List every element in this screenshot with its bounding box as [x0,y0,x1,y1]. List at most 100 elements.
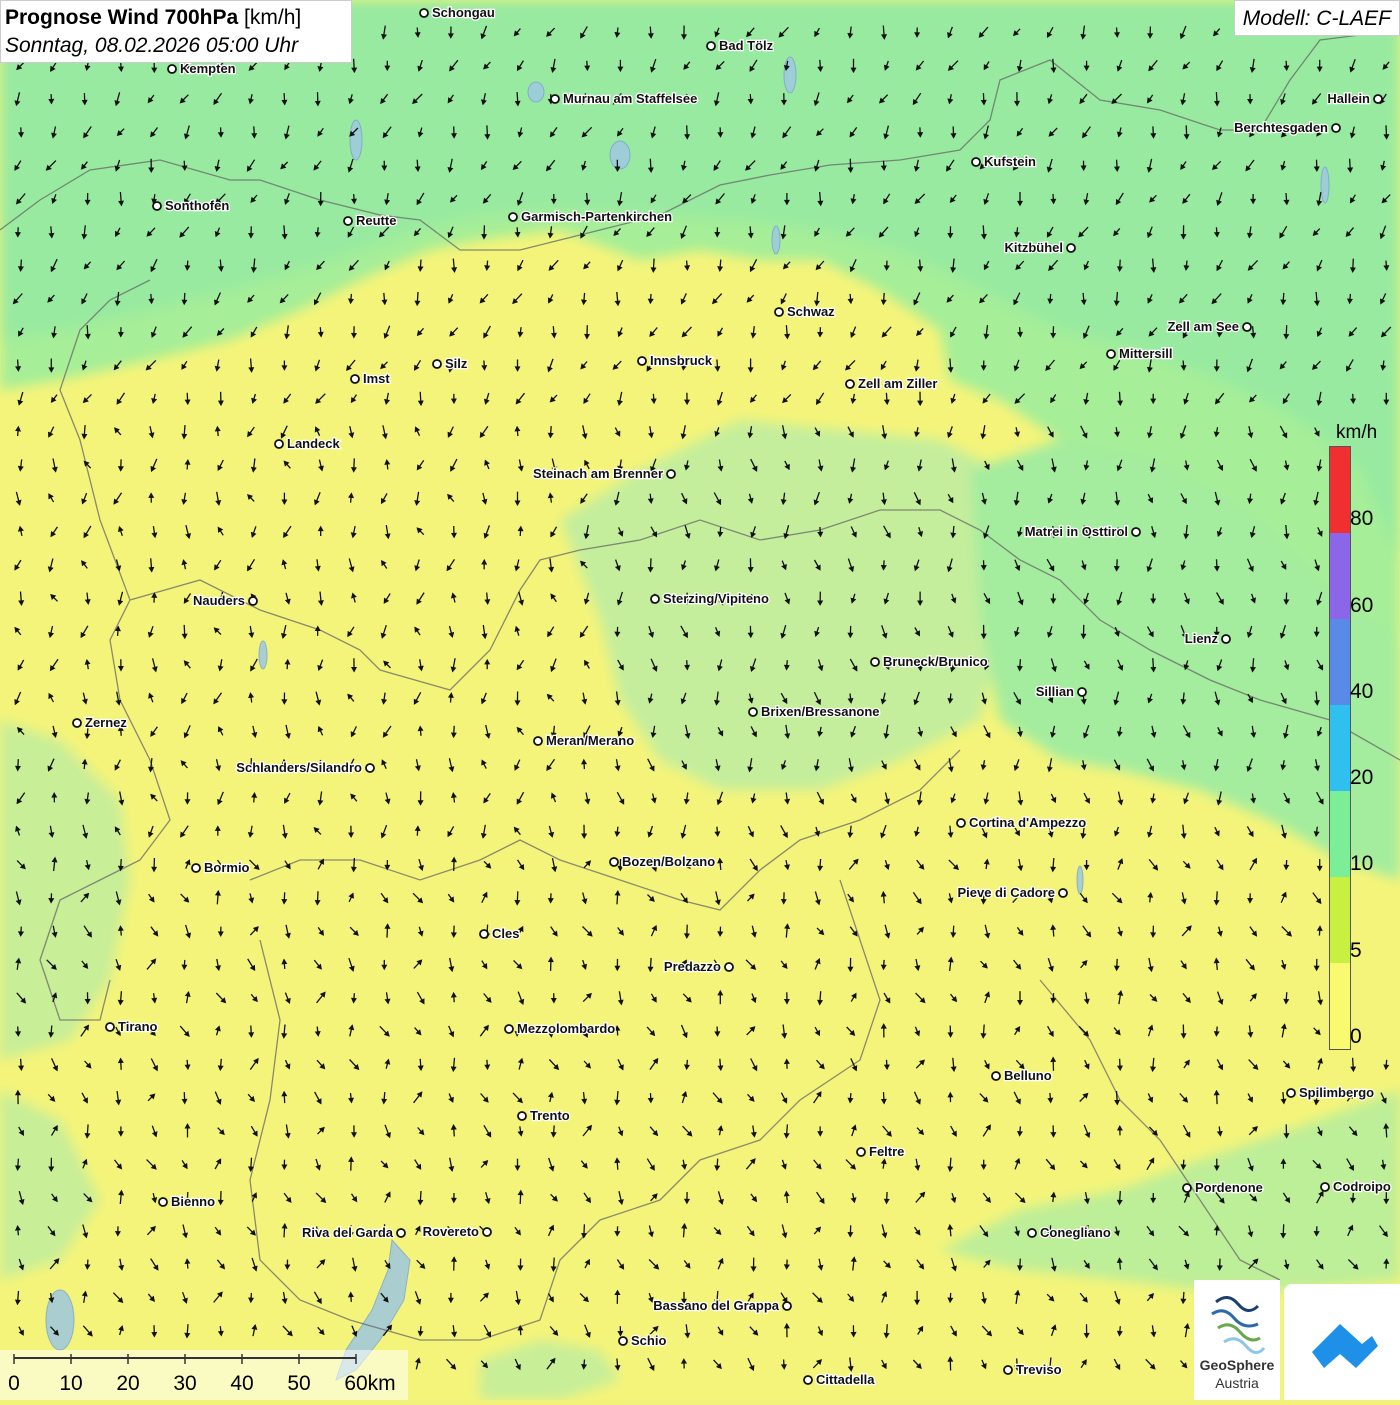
city-name: Treviso [1016,1362,1062,1377]
city-name: Belluno [1004,1068,1052,1083]
city-marker: Zell am See [1167,319,1251,334]
city-dot [1374,95,1382,103]
city-dot [1243,323,1251,331]
city-dot [804,1376,812,1384]
city-marker: Garmisch-Partenkirchen [509,209,672,224]
scale-label: 30 [173,1372,196,1396]
scale-label: 10 [59,1372,82,1396]
city-dot [725,963,733,971]
scale-label: 60km [344,1372,395,1396]
city-name: Sterzing/Vipiteno [663,591,769,606]
city-dot [168,65,176,73]
city-name: Schwaz [787,304,835,319]
city-name: Bormio [204,860,250,875]
city-marker: Steinach am Brenner [533,466,675,481]
city-dot [1332,124,1340,132]
city-dot [518,1112,526,1120]
city-name: Brixen/Bressanone [761,704,880,719]
legend-label: 80 [1350,507,1373,531]
city-dot [857,1148,865,1156]
legend-label: 40 [1350,680,1373,704]
city-dot [1287,1089,1295,1097]
city-marker: Mezzolombardo [505,1021,615,1036]
city-dot [509,213,517,221]
color-legend: km/h 806040201050 [1328,420,1390,1060]
city-dot [483,1228,491,1236]
city-name: Rovereto [423,1224,479,1239]
city-name: Steinach am Brenner [533,466,663,481]
geosphere-country: Austria [1194,1375,1280,1391]
city-dot [1132,528,1140,536]
city-marker: Matrei in Osttirol [1025,524,1140,539]
city-dot [619,1337,627,1345]
city-marker: Bozen/Bolzano [610,854,715,869]
city-name: Cittadella [816,1372,875,1387]
city-name: Cles [492,926,519,941]
city-dot [972,158,980,166]
lake-4 [350,120,362,160]
city-name: Sonthofen [165,198,229,213]
city-dot [871,658,879,666]
city-name: Tirano [118,1019,158,1034]
city-name: Schio [631,1333,666,1348]
city-dot [551,95,559,103]
city-marker: Brixen/Bressanone [749,704,880,719]
geosphere-logo: GeoSphere Austria [1194,1280,1280,1400]
city-marker: Bassano del Grappa [653,1298,791,1313]
city-dot [667,470,675,478]
city-dot [707,42,715,50]
city-dot [420,9,428,17]
city-name: Schlanders/Silandro [236,760,362,775]
legend-label: 5 [1350,939,1362,963]
city-dot [1107,350,1115,358]
legend-color-segment [1330,533,1350,619]
city-dot [1078,688,1086,696]
forecast-datetime: Sonntag, 08.02.2026 05:00 Uhr [5,32,347,60]
legend-color-segment [1330,705,1350,791]
geosphere-name: GeoSphere [1194,1357,1280,1373]
city-dot [651,595,659,603]
app-logo-icon [1284,1284,1400,1400]
city-dot [153,202,161,210]
city-name: Predazzo [664,959,721,974]
city-dot [1004,1366,1012,1374]
scale-label: 50 [287,1372,310,1396]
city-name: Bienno [171,1194,215,1209]
city-marker: Schongau [420,5,495,20]
city-dot [846,380,854,388]
lake-8 [1077,866,1083,894]
city-name: Silz [445,356,468,371]
city-dot [638,357,646,365]
city-name: Berchtesgaden [1234,120,1328,135]
legend-label: 60 [1350,594,1373,618]
city-dot [106,1023,114,1031]
city-name: Kitzbühel [1005,240,1064,255]
city-dot [433,360,441,368]
legend-color-segment [1330,877,1350,963]
city-name: Mittersill [1119,346,1172,361]
city-name: Spilimbergo [1299,1085,1374,1100]
city-name: Reutte [356,213,396,228]
city-name: Landeck [287,436,341,451]
legend-label: 20 [1350,766,1373,790]
lake-5 [1321,167,1329,203]
city-dot [366,764,374,772]
scale-bar: 0102030405060km [0,1350,408,1400]
city-name: Murnau am Staffelsee [563,91,697,106]
city-name: Mezzolombardo [517,1021,615,1036]
city-dot [480,930,488,938]
legend-unit: km/h [1336,422,1377,444]
city-name: Bruneck/Brunico [883,654,988,669]
city-name: Zell am Ziller [858,376,937,391]
legend-color-segment [1330,619,1350,705]
city-dot [1028,1229,1036,1237]
city-dot [783,1302,791,1310]
city-dot [249,597,257,605]
city-dot [159,1198,167,1206]
city-name: Imst [363,371,390,386]
city-dot [1321,1183,1329,1191]
city-name: Pordenone [1195,1180,1263,1195]
city-marker: Meran/Merano [534,733,634,748]
city-marker: Sonthofen [153,198,229,213]
city-dot [73,719,81,727]
